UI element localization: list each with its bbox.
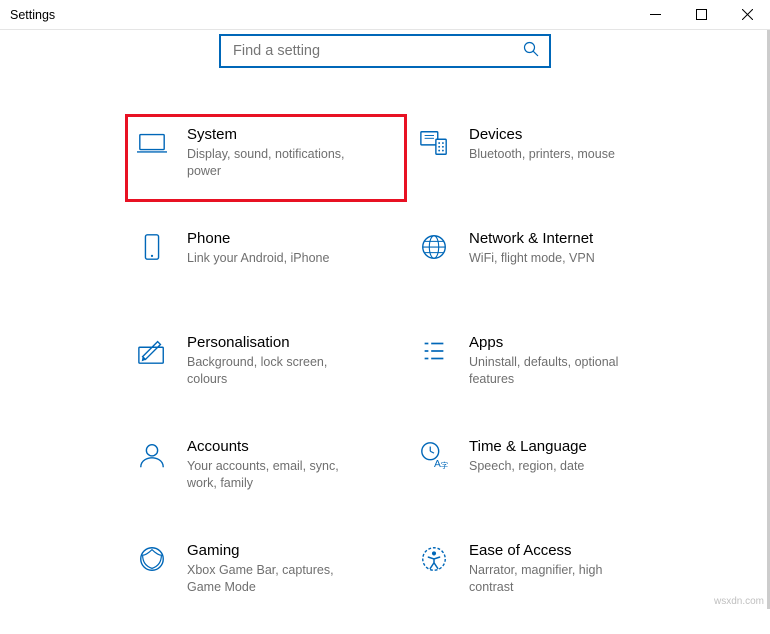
time-language-icon: A字	[417, 434, 451, 506]
tile-title: Personalisation	[187, 334, 399, 351]
tile-gaming[interactable]: Gaming Xbox Game Bar, captures, Game Mod…	[125, 530, 407, 618]
close-button[interactable]	[724, 0, 770, 30]
settings-content: System Display, sound, notifications, po…	[0, 30, 770, 634]
minimize-icon	[650, 9, 661, 20]
tile-title: Gaming	[187, 542, 399, 559]
tile-title: Accounts	[187, 438, 399, 455]
tile-network[interactable]: Network & Internet WiFi, flight mode, VP…	[407, 218, 689, 306]
tile-desc: Link your Android, iPhone	[187, 250, 357, 267]
footer-source: wsxdn.com	[714, 596, 764, 607]
titlebar: Settings	[0, 0, 770, 30]
tile-title: Network & Internet	[469, 230, 681, 247]
phone-icon	[135, 226, 169, 298]
tile-system[interactable]: System Display, sound, notifications, po…	[125, 114, 407, 202]
tile-accounts[interactable]: Accounts Your accounts, email, sync, wor…	[125, 426, 407, 514]
accessibility-icon	[417, 538, 451, 610]
window-title: Settings	[0, 8, 55, 22]
tile-time-language[interactable]: A字 Time & Language Speech, region, date	[407, 426, 689, 514]
tile-desc: Narrator, magnifier, high contrast	[469, 562, 639, 596]
apps-icon	[417, 330, 451, 402]
search-box[interactable]	[219, 34, 551, 68]
close-icon	[742, 9, 753, 20]
minimize-button[interactable]	[632, 0, 678, 30]
tile-phone[interactable]: Phone Link your Android, iPhone	[125, 218, 407, 306]
gaming-icon	[135, 538, 169, 610]
maximize-icon	[696, 9, 707, 20]
paintbrush-icon	[135, 330, 169, 402]
tile-desc: Display, sound, notifications, power	[187, 146, 357, 180]
tile-title: Apps	[469, 334, 681, 351]
search-input[interactable]	[231, 42, 523, 60]
globe-icon	[417, 226, 451, 298]
tile-desc: Background, lock screen, colours	[187, 354, 357, 388]
tile-desc: Speech, region, date	[469, 458, 639, 475]
tile-personalisation[interactable]: Personalisation Background, lock screen,…	[125, 322, 407, 410]
system-icon	[135, 122, 169, 194]
settings-grid: System Display, sound, notifications, po…	[0, 114, 770, 634]
devices-icon	[417, 122, 451, 194]
tile-title: Devices	[469, 126, 681, 143]
tile-desc: Your accounts, email, sync, work, family	[187, 458, 357, 492]
tile-apps[interactable]: Apps Uninstall, defaults, optional featu…	[407, 322, 689, 410]
tile-title: Phone	[187, 230, 399, 247]
tile-desc: Uninstall, defaults, optional features	[469, 354, 639, 388]
svg-text:字: 字	[441, 460, 449, 470]
person-icon	[135, 434, 169, 506]
tile-desc: Xbox Game Bar, captures, Game Mode	[187, 562, 357, 596]
maximize-button[interactable]	[678, 0, 724, 30]
tile-title: System	[187, 126, 399, 143]
tile-ease-of-access[interactable]: Ease of Access Narrator, magnifier, high…	[407, 530, 689, 618]
tile-title: Time & Language	[469, 438, 681, 455]
tile-devices[interactable]: Devices Bluetooth, printers, mouse	[407, 114, 689, 202]
search-wrap	[0, 34, 770, 68]
search-icon	[523, 41, 539, 62]
tile-desc: WiFi, flight mode, VPN	[469, 250, 639, 267]
tile-title: Ease of Access	[469, 542, 681, 559]
tile-desc: Bluetooth, printers, mouse	[469, 146, 639, 163]
